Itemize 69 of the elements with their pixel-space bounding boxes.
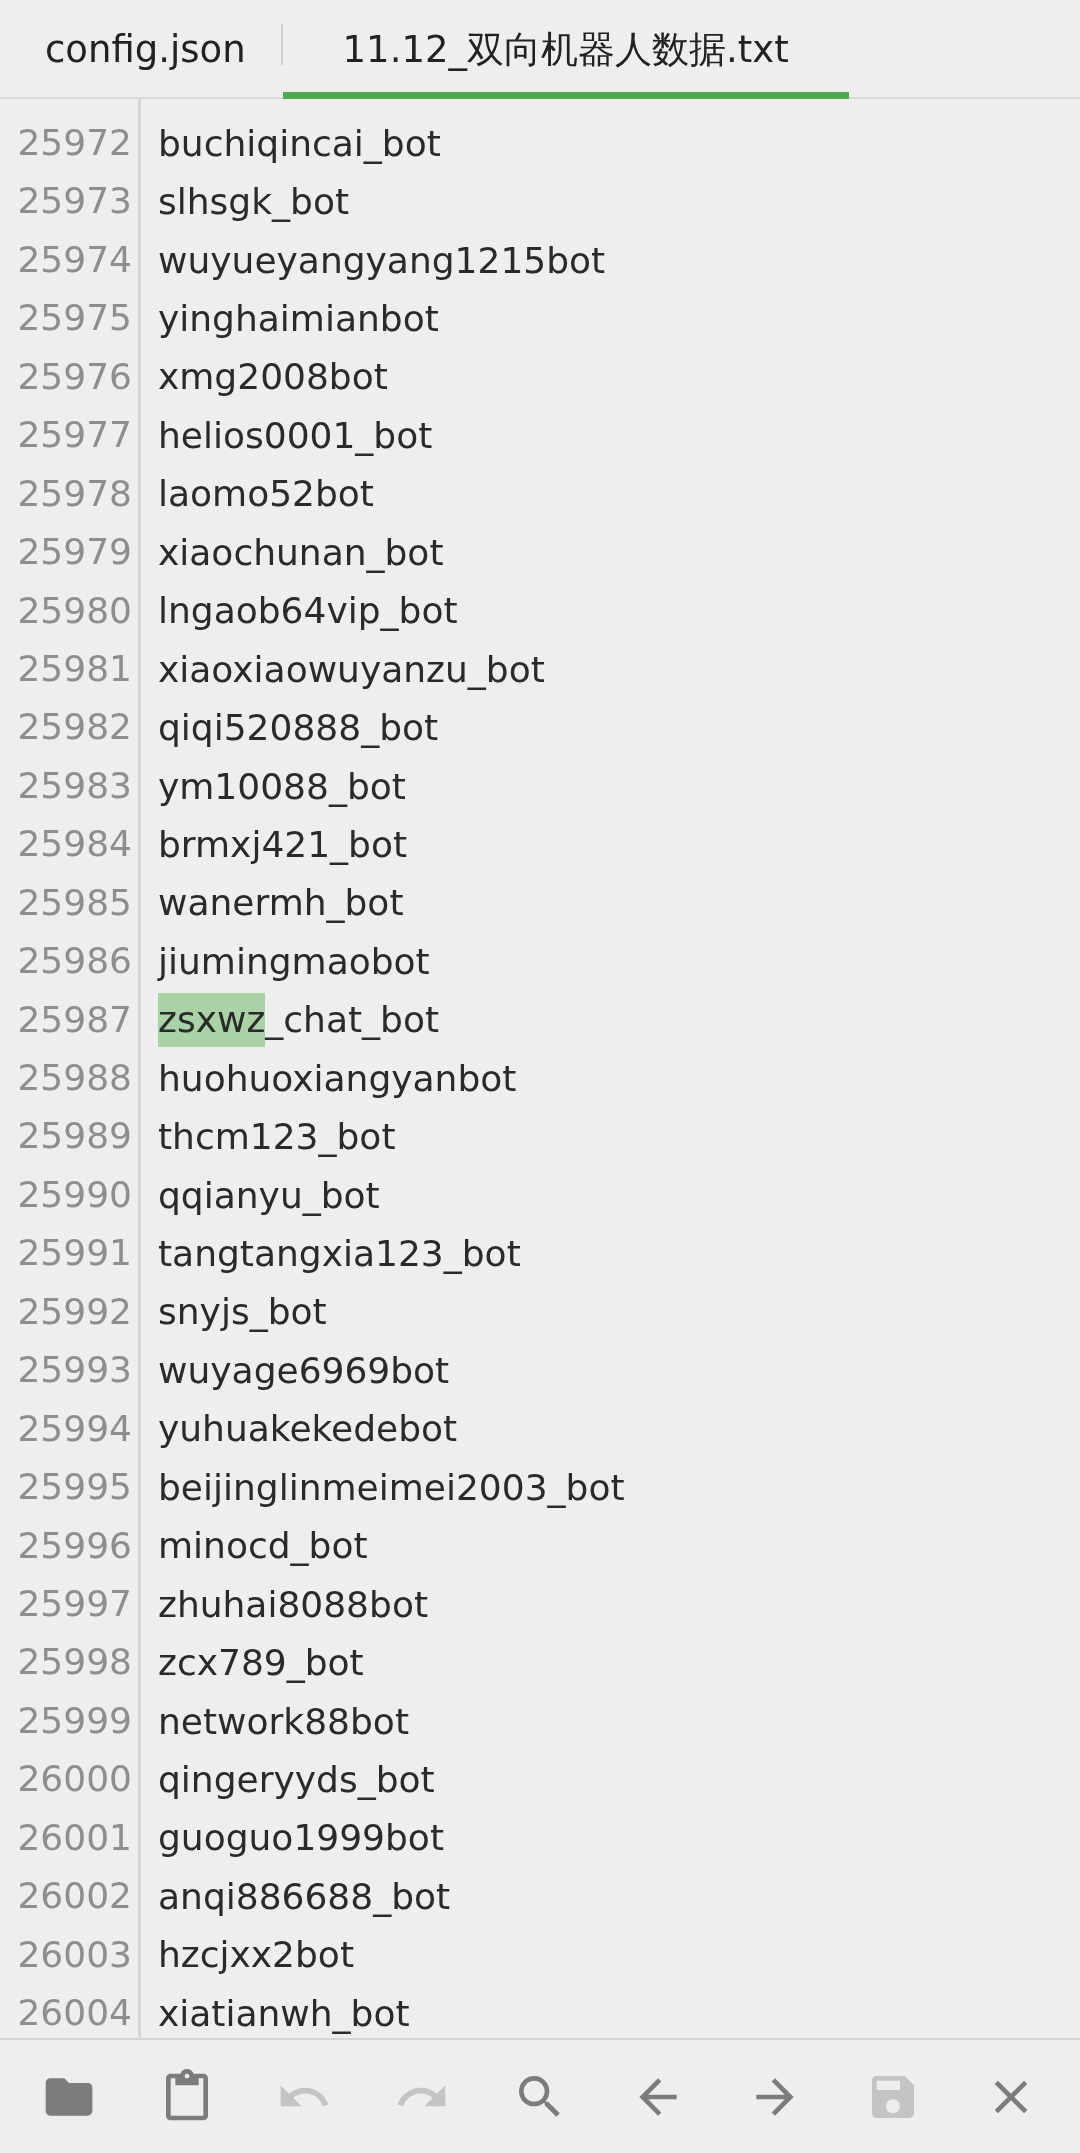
line-text: wanermh_bot — [158, 882, 404, 924]
line-text: tangtangxia123_bot — [158, 1233, 521, 1275]
line-number: 25985 — [16, 880, 133, 925]
line-text: huohuoxiangyanbot — [158, 1057, 517, 1099]
line-number: 26004 — [16, 1991, 133, 2035]
line-text: ym10088_bot — [158, 765, 406, 807]
line-number: 25977 — [16, 413, 133, 458]
line-text: buchiqincai_bot — [158, 122, 441, 164]
line-number: 25994 — [16, 1406, 133, 1451]
line-number: 25996 — [16, 1523, 133, 1568]
line-number: 25997 — [16, 1581, 133, 1626]
line-text: qiqi520888_bot — [158, 707, 439, 749]
file-tab[interactable]: config.json — [10, 0, 281, 99]
line-text: snyjs_bot — [158, 1291, 327, 1333]
line-number: 25974 — [16, 237, 133, 282]
line-text: yuhuakekedebot — [158, 1408, 458, 1450]
line-text: anqi886688_bot — [158, 1875, 451, 1917]
line-number: 25972 — [16, 121, 133, 165]
line-text: qingeryyds_bot — [158, 1758, 435, 1800]
file-tab[interactable]: 11.12_双向机器人数据.txt — [282, 0, 849, 99]
line-text: xmg2008bot — [158, 356, 388, 398]
line-number: 25978 — [16, 471, 133, 516]
line-number: 25993 — [16, 1348, 133, 1393]
line-text: xiaochunan_bot — [158, 531, 444, 573]
line-number: 25983 — [16, 763, 133, 808]
line-number: 26002 — [16, 1874, 133, 1919]
line-text: yinghaimianbot — [158, 298, 439, 340]
line-text: brmxj421_bot — [158, 823, 408, 865]
line-text: xiatianwh_bot — [158, 1992, 410, 2034]
line-number: 25973 — [16, 179, 133, 224]
line-number: 25990 — [16, 1172, 133, 1217]
line-number: 26000 — [16, 1757, 133, 1802]
line-text: jiumingmaobot — [158, 940, 430, 982]
line-number: 25998 — [16, 1640, 133, 1685]
line-text: lngaob64vip_bot — [158, 590, 458, 632]
line-number: 25988 — [16, 1056, 133, 1100]
line-number: 25975 — [16, 296, 133, 341]
line-text: slhsgk_bot — [158, 181, 350, 223]
line-number: 26001 — [16, 1815, 133, 1860]
line-text: laomo52bot — [158, 473, 374, 515]
line-text: minocd_bot — [158, 1525, 368, 1567]
line-text: network88bot — [158, 1700, 409, 1742]
line-number: 25979 — [16, 530, 133, 575]
line-text: zcx789_bot — [158, 1642, 364, 1684]
line-text: thcm123_bot — [158, 1116, 396, 1158]
line-number: 25986 — [16, 939, 133, 984]
line-number: 25992 — [16, 1289, 133, 1334]
line-number: 25987 — [16, 997, 133, 1042]
line-number: 25991 — [16, 1231, 133, 1276]
line-number: 25982 — [16, 705, 133, 750]
line-text: _chat_bot — [265, 999, 440, 1041]
line-text: qqianyu_bot — [158, 1174, 380, 1216]
line-number: 25995 — [16, 1465, 133, 1510]
line-text: helios0001_bot — [158, 414, 433, 456]
line-number: 25989 — [16, 1114, 133, 1159]
search-match: zsxwz — [158, 992, 266, 1047]
line-number: 25984 — [16, 822, 133, 867]
line-text: wuyueyangyang1215bot — [158, 239, 606, 281]
line-number: 25976 — [16, 354, 133, 399]
line-text: wuyage6969bot — [158, 1349, 450, 1391]
line-text: hzcjxx2bot — [158, 1934, 354, 1976]
line-text: xiaoxiaowuyanzu_bot — [158, 648, 545, 690]
line-number: 25980 — [16, 588, 133, 633]
line-number: 25981 — [16, 646, 133, 691]
line-number: 26003 — [16, 1932, 133, 1977]
line-text: beijinglinmeimei2003_bot — [158, 1466, 625, 1508]
line-text: guoguo1999bot — [158, 1817, 444, 1859]
line-number: 25999 — [16, 1698, 133, 1743]
line-text: zhuhai8088bot — [158, 1583, 429, 1625]
